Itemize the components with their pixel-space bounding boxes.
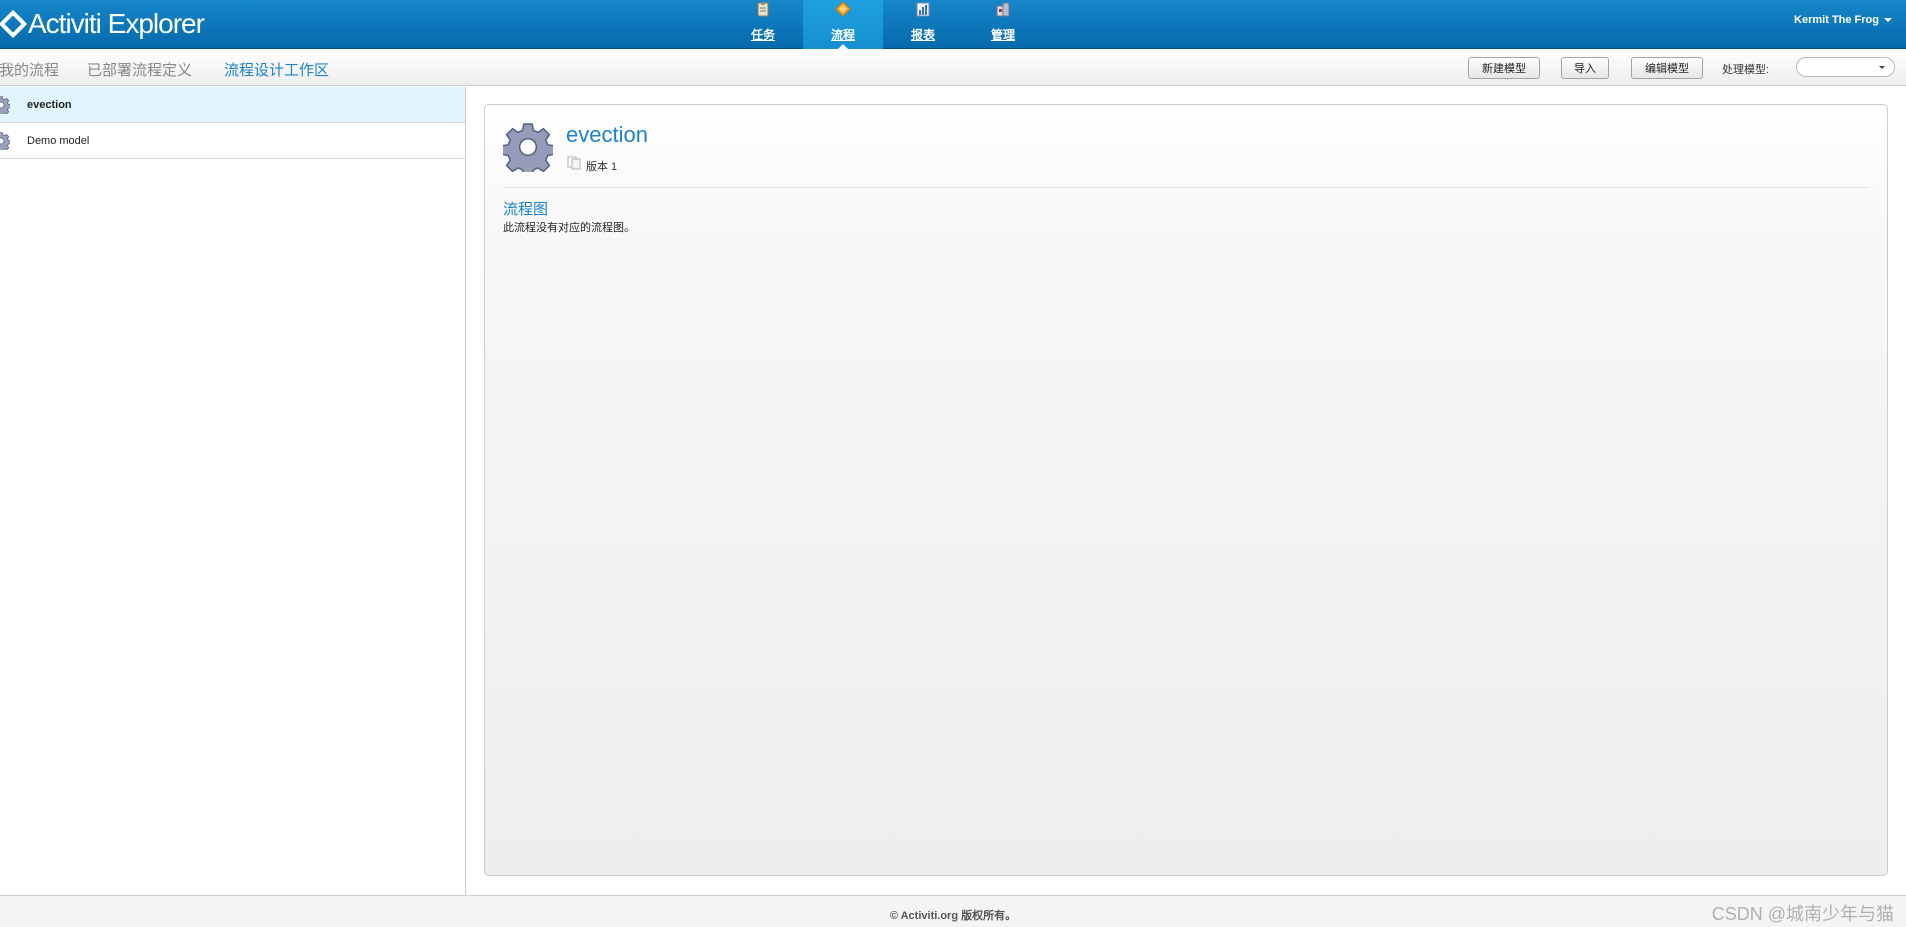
tab-my-processes[interactable]: 我的流程 xyxy=(0,59,59,80)
gear-icon xyxy=(0,132,10,150)
model-title: evection xyxy=(566,122,648,147)
nav-item-process[interactable]: 流程 xyxy=(803,0,883,49)
process-diamond-icon xyxy=(835,1,851,17)
nav-item-tasks[interactable]: 任务 xyxy=(723,0,803,49)
user-menu[interactable]: Kermit The Frog xyxy=(1794,14,1892,26)
gear-icon xyxy=(503,123,553,172)
model-list: evection Demo model xyxy=(0,87,466,895)
list-item[interactable]: evection xyxy=(0,87,465,123)
nav-item-reports[interactable]: 报表 xyxy=(883,0,963,49)
copyright-text: © Activiti.org 版权所有。 xyxy=(889,910,1017,922)
detail-area: evection 版本 1 流程图 此流程没有对应的流程图。 xyxy=(467,87,1906,895)
app-logo[interactable]: Activiti Explorer xyxy=(0,7,205,41)
nav-item-admin[interactable]: 管理 xyxy=(963,0,1043,49)
import-button[interactable]: 导入 xyxy=(1561,57,1609,79)
chart-icon xyxy=(916,2,930,17)
divider xyxy=(503,187,1869,188)
tab-deployed-definitions[interactable]: 已部署流程定义 xyxy=(87,59,192,80)
user-name: Kermit The Frog xyxy=(1794,14,1879,26)
nav-label-admin: 管理 xyxy=(990,28,1015,42)
process-model-label: 处理模型: xyxy=(1722,64,1770,76)
footer: © Activiti.org 版权所有。 CSDN @城南少年与猫 xyxy=(0,895,1906,927)
no-diagram-message: 此流程没有对应的流程图。 xyxy=(503,222,635,234)
chevron-down-icon xyxy=(1884,18,1892,22)
clipboard-icon xyxy=(757,2,769,17)
model-detail-panel: evection 版本 1 流程图 此流程没有对应的流程图。 xyxy=(484,104,1888,876)
nav-label-reports: 报表 xyxy=(910,28,935,42)
tab-model-workspace[interactable]: 流程设计工作区 xyxy=(224,59,329,80)
edit-model-button[interactable]: 编辑模型 xyxy=(1631,57,1703,79)
list-item[interactable]: Demo model xyxy=(0,123,465,159)
app-title: Activiti Explorer xyxy=(28,8,205,39)
gear-icon xyxy=(0,96,10,114)
model-version: 版本 1 xyxy=(586,161,618,173)
sub-toolbar: 我的流程 已部署流程定义 流程设计工作区 新建模型 导入 编辑模型 处理模型: xyxy=(0,49,1906,86)
nav-label-process: 流程 xyxy=(830,28,855,42)
process-model-select[interactable] xyxy=(1796,57,1895,77)
admin-icon xyxy=(996,2,1010,17)
activiti-logo-icon xyxy=(0,9,28,39)
model-name: Demo model xyxy=(27,135,90,147)
copy-icon xyxy=(567,156,581,170)
top-header: Activiti Explorer 任务 流程 报表 管理 Kermit The… xyxy=(0,0,1906,49)
new-model-button[interactable]: 新建模型 xyxy=(1468,57,1540,79)
model-name: evection xyxy=(27,99,72,111)
watermark-text: CSDN @城南少年与猫 xyxy=(1711,904,1894,924)
diagram-section-title: 流程图 xyxy=(503,201,549,218)
main-nav: 任务 流程 报表 管理 xyxy=(723,0,1043,49)
nav-label-tasks: 任务 xyxy=(750,28,775,42)
